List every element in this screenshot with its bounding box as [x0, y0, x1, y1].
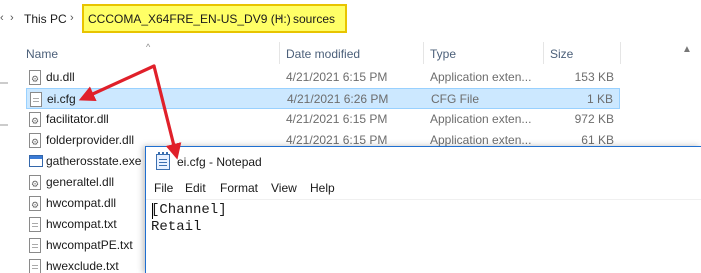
file-name: facilitator.dll [46, 112, 109, 126]
file-type: Application exten... [430, 112, 532, 126]
breadcrumb-folder-sources[interactable]: sources [293, 12, 335, 26]
menu-edit[interactable]: Edit [185, 181, 206, 195]
navigation-pane-edge [0, 70, 10, 273]
file-row-ei-cfg[interactable]: ei.cfg 4/21/2021 6:26 PM CFG File 1 KB [26, 88, 620, 109]
dll-file-icon [29, 175, 41, 190]
column-header-type[interactable]: Type [430, 47, 456, 61]
column-divider[interactable] [543, 42, 544, 64]
file-name: hwexclude.txt [46, 259, 119, 273]
breadcrumb-chevron-icon: › [278, 12, 282, 24]
notepad-window-title: ei.cfg - Notepad [177, 155, 262, 169]
column-header-name[interactable]: Name [26, 47, 58, 61]
file-name: gatherosstate.exe [46, 154, 142, 168]
breadcrumb-chevron-icon: › [10, 12, 14, 24]
address-bar[interactable]: ‹ › This PC › CCCOMA_X64FRE_EN-US_DV9 (H… [0, 0, 701, 36]
sort-ascending-icon: ^ [146, 42, 151, 52]
file-row-facilitator-dll[interactable]: facilitator.dll 4/21/2021 6:15 PM Applic… [26, 109, 620, 130]
column-divider[interactable] [423, 42, 424, 64]
dll-file-icon [29, 112, 41, 127]
text-file-icon [30, 92, 42, 107]
file-row-gatherosstate-exe[interactable]: gatherosstate.exe [26, 151, 144, 172]
breadcrumb-drive[interactable]: CCCOMA_X64FRE_EN-US_DV9 (H:) [88, 12, 291, 26]
text-file-icon [29, 217, 41, 232]
notepad-window[interactable]: ei.cfg - Notepad File Edit Format View H… [145, 146, 701, 273]
file-row-hwcompat-dll[interactable]: hwcompat.dll [26, 193, 144, 214]
menu-file[interactable]: File [154, 181, 173, 195]
file-name: generaltel.dll [46, 175, 115, 189]
column-divider[interactable] [620, 42, 621, 64]
scroll-up-arrow-icon[interactable]: ▲ [682, 44, 692, 55]
file-name: du.dll [46, 70, 75, 84]
column-divider[interactable] [279, 42, 280, 64]
notepad-title-bar[interactable]: ei.cfg - Notepad [146, 147, 701, 177]
column-header-size[interactable]: Size [550, 47, 573, 61]
breadcrumb-this-pc[interactable]: This PC [24, 12, 67, 26]
dll-file-icon [29, 70, 41, 85]
file-row-hwexclude-txt[interactable]: hwexclude.txt [26, 256, 144, 273]
file-name: hwcompat.txt [46, 217, 117, 231]
file-row-hwcompat-txt[interactable]: hwcompat.txt [26, 214, 144, 235]
file-name: ei.cfg [47, 92, 76, 106]
text-line: Retail [151, 219, 202, 235]
file-row-generaltel-dll[interactable]: generaltel.dll [26, 172, 144, 193]
column-header-date-modified[interactable]: Date modified [286, 47, 360, 61]
menu-format[interactable]: Format [220, 181, 258, 195]
file-name: hwcompatPE.txt [46, 238, 133, 252]
exe-file-icon [29, 155, 43, 167]
dll-file-icon [29, 196, 41, 211]
menu-help[interactable]: Help [310, 181, 335, 195]
column-header-row: ^ Name Date modified Type Size [0, 40, 701, 66]
file-type: CFG File [431, 92, 479, 106]
notepad-app-icon [156, 152, 170, 170]
file-size: 972 KB [574, 112, 614, 126]
nav-pane-mark [0, 82, 8, 84]
file-name: folderprovider.dll [46, 133, 135, 147]
file-type: Application exten... [430, 70, 532, 84]
text-line: [Channel] [151, 202, 227, 218]
file-size: 153 KB [574, 70, 614, 84]
menu-view[interactable]: View [271, 181, 297, 195]
file-date: 4/21/2021 6:15 PM [286, 112, 388, 126]
file-size: 1 KB [586, 92, 613, 106]
text-file-icon [29, 259, 41, 273]
file-row-du-dll[interactable]: du.dll 4/21/2021 6:15 PM Application ext… [26, 67, 620, 88]
file-row-hwcompatpe-txt[interactable]: hwcompatPE.txt [26, 235, 144, 256]
breadcrumb-chevron-icon: › [70, 12, 74, 24]
notepad-menu-bar: File Edit Format View Help [146, 177, 701, 199]
file-name: hwcompat.dll [46, 196, 117, 210]
file-date: 4/21/2021 6:26 PM [287, 92, 389, 106]
file-date: 4/21/2021 6:15 PM [286, 70, 388, 84]
text-file-icon [29, 238, 41, 253]
nav-pane-mark [0, 124, 8, 126]
notepad-text-area[interactable]: [Channel] Retail [146, 199, 701, 273]
dll-file-icon [29, 133, 41, 148]
